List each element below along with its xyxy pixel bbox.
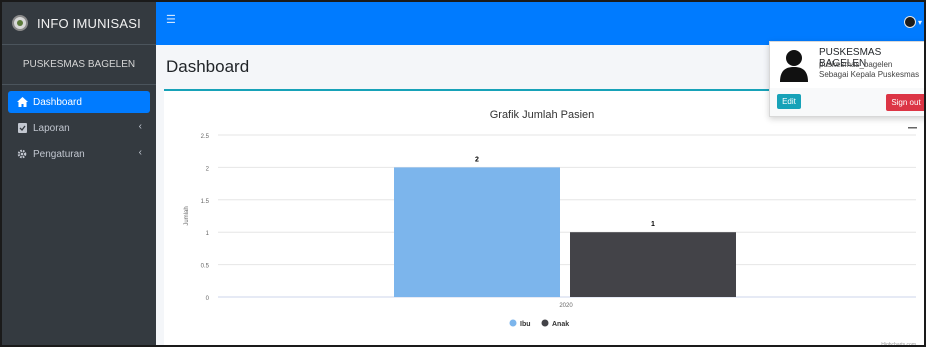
bar-ibu	[394, 167, 560, 297]
bar-anak	[570, 232, 736, 297]
dropdown-username: puskesmas_bagelen	[819, 60, 893, 69]
sidebar-item-label: Laporan	[33, 122, 70, 134]
sidebar-item-dashboard[interactable]: Dashboard	[8, 91, 150, 113]
legend-marker-anak	[541, 319, 549, 327]
chart-menu-icon	[908, 127, 917, 129]
edit-button[interactable]: Edit	[777, 94, 801, 109]
chevron-left-icon: ‹	[138, 147, 142, 158]
report-icon	[16, 123, 28, 133]
sidebar-item-pengaturan[interactable]: Pengaturan ‹	[8, 143, 150, 165]
user-dropdown-menu: PUSKESMAS BAGELEN puskesmas_bagelen Seba…	[769, 41, 924, 117]
caret-down-icon: ▾	[917, 17, 922, 27]
user-panel[interactable]: PUSKESMAS BAGELEN	[2, 45, 156, 85]
home-icon	[16, 97, 28, 107]
hamburger-icon[interactable]: ☰	[166, 13, 176, 26]
chart-title: Grafik Jumlah Pasien	[490, 109, 595, 121]
page-title: Dashboard	[166, 57, 250, 76]
y-tick-label: 1.5	[201, 199, 210, 205]
y-tick-label: 0.5	[201, 264, 210, 270]
sidebar-nav: Dashboard Laporan ‹ Pengaturan ‹	[2, 85, 156, 165]
sidebar-item-label: Pengaturan	[33, 148, 85, 160]
brand-title: INFO IMUNISASI	[37, 15, 141, 31]
legend-marker-ibu	[509, 319, 517, 327]
app-window: INFO IMUNISASI PUSKESMAS BAGELEN Dashboa…	[0, 0, 926, 347]
user-menu-toggle[interactable]: ▾	[903, 16, 922, 28]
legend-label-ibu: Ibu	[520, 321, 531, 328]
y-tick-label: 0	[206, 296, 210, 302]
user-avatar-icon	[903, 16, 916, 28]
dropdown-role: Sebagai Kepala Puskesmas	[819, 70, 920, 79]
y-tick-label: 1	[206, 231, 210, 237]
sidebar: INFO IMUNISASI PUSKESMAS BAGELEN Dashboa…	[2, 2, 156, 345]
y-axis-label: Jumlah	[184, 206, 190, 225]
x-tick-label: 2020	[559, 303, 573, 309]
brand-link[interactable]: INFO IMUNISASI	[2, 2, 156, 45]
sidebar-item-label: Dashboard	[33, 96, 82, 108]
user-panel-name: PUSKESMAS BAGELEN	[22, 59, 136, 70]
chart-credits: Highcharts.com	[881, 342, 916, 347]
chevron-left-icon: ‹	[138, 121, 142, 132]
brand-logo-icon	[12, 15, 28, 31]
data-label: 1	[651, 221, 655, 228]
legend-label-anak: Anak	[552, 321, 569, 328]
sign-out-button[interactable]: Sign out	[886, 94, 924, 111]
data-label: 2	[475, 156, 479, 163]
gear-icon	[16, 149, 28, 159]
top-navbar: ☰ ▾	[156, 2, 924, 45]
y-tick-label: 2.5	[201, 134, 210, 140]
user-avatar-icon	[780, 50, 808, 82]
chart-card: Grafik Jumlah Pasien 0 0.5 1 1.5 2 2.5 Jumlah 2 1…	[164, 89, 924, 347]
bar-chart: Grafik Jumlah Pasien 0 0.5 1 1.5 2 2.5 Jumlah 2 1…	[184, 109, 917, 347]
y-tick-label: 2	[206, 166, 210, 172]
sidebar-item-laporan[interactable]: Laporan ‹	[8, 117, 150, 139]
